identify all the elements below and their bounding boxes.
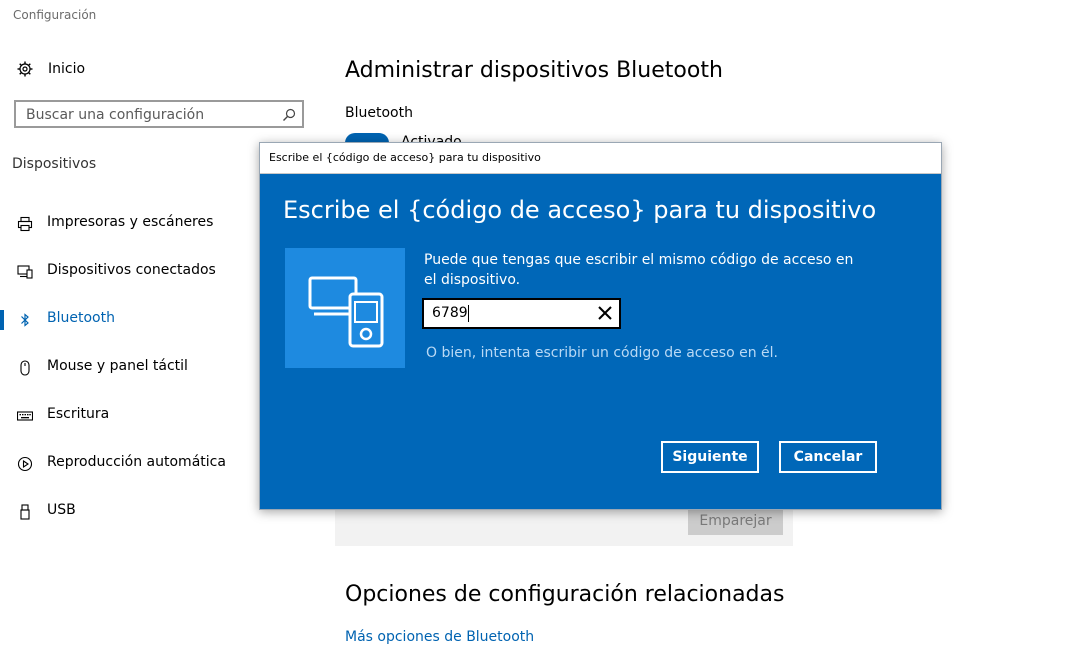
passcode-dialog: Escribe el {código de acceso} para tu di… <box>259 142 942 510</box>
clear-icon[interactable] <box>597 305 613 321</box>
text-caret <box>468 305 469 322</box>
sidebar-item-label: Reproducción automática <box>47 454 226 470</box>
dialog-message: Puede que tengas que escribir el mismo c… <box>424 252 854 288</box>
mouse-icon <box>16 359 34 377</box>
related-settings-title: Opciones de configuración relacionadas <box>345 582 785 607</box>
usb-icon <box>16 503 34 521</box>
keyboard-icon <box>16 407 34 425</box>
passcode-value: 6789 <box>432 305 468 321</box>
bluetooth-icon <box>16 311 34 329</box>
autoplay-icon <box>16 455 34 473</box>
sidebar-item-label: Impresoras y escáneres <box>47 214 214 230</box>
devices-icon <box>285 248 405 368</box>
more-bluetooth-options-link[interactable]: Más opciones de Bluetooth <box>345 629 534 645</box>
home-label: Inicio <box>48 61 86 77</box>
search-placeholder: Buscar una configuración <box>26 107 205 123</box>
passcode-input[interactable]: 6789 <box>422 298 621 329</box>
sidebar-item-label: Escritura <box>47 406 110 422</box>
section-label: Dispositivos <box>12 156 97 172</box>
dialog-heading: Escribe el {código de acceso} para tu di… <box>283 196 877 224</box>
search-input[interactable]: Buscar una configuración <box>14 100 304 128</box>
connected-devices-icon <box>16 263 34 281</box>
pair-button[interactable]: Emparejar <box>688 507 783 535</box>
bluetooth-label: Bluetooth <box>345 105 413 121</box>
home-link[interactable]: Inicio <box>16 58 85 80</box>
dialog-window-title: Escribe el {código de acceso} para tu di… <box>269 151 541 164</box>
sidebar-item-label: USB <box>47 502 76 518</box>
active-indicator <box>0 310 4 330</box>
dialog-titlebar: Escribe el {código de acceso} para tu di… <box>260 143 941 174</box>
window-title: Configuración <box>13 8 97 22</box>
page-title: Administrar dispositivos Bluetooth <box>345 58 723 83</box>
search-icon[interactable] <box>282 107 296 121</box>
sidebar-item-label: Bluetooth <box>47 310 115 326</box>
sidebar-item-label: Dispositivos conectados <box>47 262 216 278</box>
sidebar-item-label: Mouse y panel táctil <box>47 358 188 374</box>
printer-icon <box>16 215 34 233</box>
gear-icon <box>16 60 34 78</box>
dialog-alt-text: O bien, intenta escribir un código de ac… <box>426 345 778 361</box>
next-button[interactable]: Siguiente <box>661 441 759 473</box>
cancel-button[interactable]: Cancelar <box>779 441 877 473</box>
